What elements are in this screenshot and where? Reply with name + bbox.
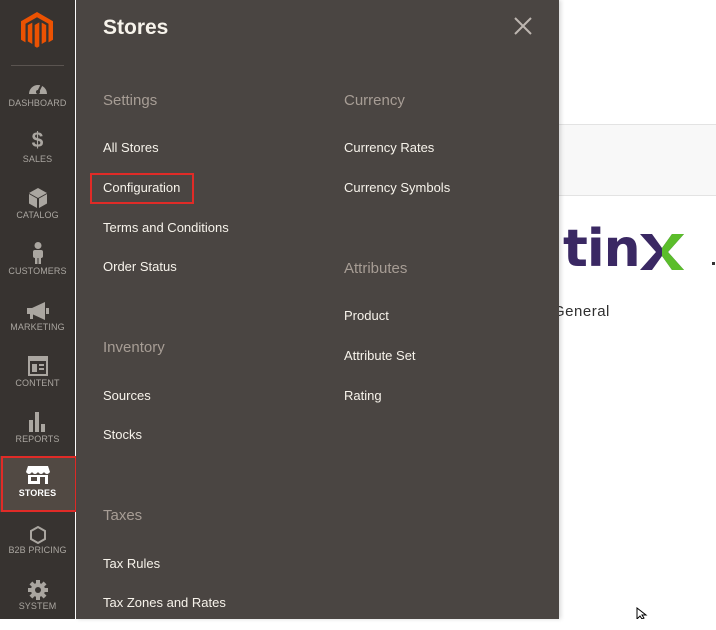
admin-sidebar: DASHBOARD $ SALES CATALOG CUSTOMERS MARK… (0, 0, 75, 619)
box-icon (0, 182, 75, 208)
nav-catalog[interactable]: CATALOG (0, 182, 75, 238)
nav-system[interactable]: SYSTEM (0, 574, 75, 630)
section-heading-attributes: Attributes (344, 260, 408, 277)
section-heading-taxes: Taxes (103, 507, 143, 524)
megaphone-icon (0, 294, 75, 320)
menu-link-configuration[interactable]: Configuration (103, 180, 180, 195)
stores-flyout-menu: Stores Settings All Stores Configuration… (76, 0, 559, 619)
nav-label: REPORTS (15, 434, 60, 444)
nav-label: CATALOG (16, 210, 59, 220)
page-header-band (559, 124, 716, 196)
menu-link-tax-zones-and-rates[interactable]: Tax Zones and Rates (103, 595, 226, 610)
background-general-text: General (553, 303, 610, 320)
menu-link-currency-rates[interactable]: Currency Rates (344, 140, 434, 155)
nav-reports[interactable]: REPORTS (0, 406, 75, 462)
menu-link-all-stores[interactable]: All Stores (103, 140, 159, 155)
nav-label: CUSTOMERS (8, 266, 67, 276)
menu-link-tax-rules[interactable]: Tax Rules (103, 556, 160, 571)
menu-link-rating[interactable]: Rating (344, 388, 382, 403)
menu-link-sources[interactable]: Sources (103, 388, 151, 403)
nav-label: CONTENT (15, 378, 60, 388)
hexagon-icon (0, 518, 75, 544)
background-logo: tinxtin (563, 219, 641, 279)
magento-logo[interactable] (0, 0, 75, 62)
close-icon (514, 17, 532, 35)
section-heading-inventory: Inventory (103, 339, 165, 356)
nav-content[interactable]: CONTENT (0, 350, 75, 406)
nav-b2b-pricing[interactable]: B2B PRICING (0, 518, 75, 574)
nav-label: STORES (18, 488, 57, 498)
nav-label: SYSTEM (18, 601, 57, 611)
bar-chart-icon (0, 406, 75, 432)
nav-label: MARKETING (10, 322, 65, 332)
menu-link-order-status[interactable]: Order Status (103, 259, 177, 274)
background-logo-x (640, 234, 684, 270)
menu-link-product[interactable]: Product (344, 308, 389, 323)
nav-sales[interactable]: $ SALES (0, 126, 75, 182)
menu-link-attribute-set[interactable]: Attribute Set (344, 348, 416, 363)
layout-icon (0, 350, 75, 376)
nav-marketing[interactable]: MARKETING (0, 294, 75, 350)
menu-link-stocks[interactable]: Stocks (103, 427, 142, 442)
close-button[interactable] (513, 16, 533, 36)
background-logo-dot (712, 262, 715, 265)
section-heading-settings: Settings (103, 92, 158, 109)
magento-logo-icon (21, 12, 53, 48)
gear-icon (0, 574, 75, 600)
dollar-icon: $ (31, 129, 44, 152)
flyout-title: Stores (103, 16, 169, 39)
nav-label: DASHBOARD (8, 98, 67, 108)
mouse-cursor-icon (636, 607, 648, 619)
section-heading-currency: Currency (344, 92, 405, 109)
menu-link-currency-symbols[interactable]: Currency Symbols (344, 180, 450, 195)
storefront-icon (0, 456, 75, 484)
nav-dashboard[interactable]: DASHBOARD (0, 70, 75, 126)
menu-link-terms-and-conditions[interactable]: Terms and Conditions (103, 220, 229, 235)
nav-customers[interactable]: CUSTOMERS (0, 238, 75, 294)
person-icon (0, 238, 75, 264)
nav-label: SALES (22, 154, 53, 164)
nav-stores[interactable]: STORES (0, 456, 75, 512)
dashboard-icon (0, 70, 75, 96)
logo-divider (11, 65, 64, 66)
nav-label: B2B PRICING (8, 545, 67, 555)
